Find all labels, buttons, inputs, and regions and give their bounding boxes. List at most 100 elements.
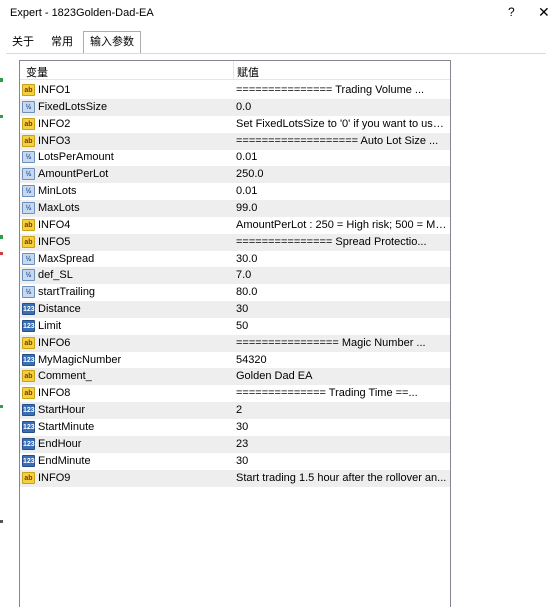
table-row[interactable]: ab INFO5 =============== Spread Protectio.… (20, 233, 450, 251)
parameter-value[interactable]: 0.01 (236, 151, 447, 163)
integer-type-icon: 123 (22, 319, 35, 332)
double-type-icon: ½ (22, 201, 35, 214)
parameter-name: MaxSpread (38, 252, 95, 265)
double-type-icon: ½ (22, 269, 35, 282)
table-row[interactable]: 123 EndHour 23 (20, 435, 450, 453)
parameter-name: EndMinute (38, 454, 91, 467)
table-row[interactable]: ab INFO6 ================ Magic Number ... (20, 334, 450, 352)
grid-header: 变量 赋值 (20, 61, 450, 80)
table-row[interactable]: ½ MinLots 0.01 (20, 183, 450, 200)
integer-type-icon: 123 (22, 404, 35, 417)
parameter-name: MinLots (38, 185, 77, 198)
table-row[interactable]: 123 Distance 30 (20, 301, 450, 319)
table-row[interactable]: ½ def_SL 7.0 (20, 267, 450, 285)
table-row[interactable]: 123 StartHour 2 (20, 402, 450, 420)
parameter-name: INFO8 (38, 387, 71, 400)
double-type-icon: ½ (22, 252, 35, 265)
table-row[interactable]: ab INFO9 Start trading 1.5 hour after the … (20, 469, 450, 487)
table-row[interactable]: ab INFO1 =============== Trading Volume ..… (20, 82, 450, 99)
tab-common[interactable]: 常用 (46, 33, 78, 52)
parameter-value[interactable]: 23 (236, 438, 447, 450)
parameter-value[interactable]: Start trading 1.5 hour after the rollove… (236, 472, 447, 484)
close-button[interactable]: ✕ (538, 4, 550, 21)
table-row[interactable]: ab INFO8 ============== Trading Time ==... (20, 385, 450, 402)
string-type-icon: ab (22, 117, 35, 130)
parameter-value[interactable]: 7.0 (236, 269, 447, 281)
parameter-name: Comment_ (38, 370, 92, 383)
parameter-value[interactable]: 50 (236, 320, 447, 332)
parameter-name: StartMinute (38, 421, 95, 433)
table-row[interactable]: ab Comment_ Golden Dad EA (20, 368, 450, 386)
parameter-name: MyMagicNumber (38, 353, 122, 366)
string-type-icon: ab (22, 387, 35, 400)
table-row[interactable]: 123 StartMinute 30 (20, 419, 450, 436)
parameter-name: AmountPerLot (38, 168, 109, 181)
parameter-name: INFO6 (38, 336, 71, 349)
integer-type-icon: 123 (22, 353, 35, 366)
table-row[interactable]: 123 Limit 50 (20, 318, 450, 335)
table-row[interactable]: ab INFO3 =================== Auto Lot Size… (20, 132, 450, 150)
table-row[interactable]: ½ MaxSpread 30.0 (20, 251, 450, 268)
string-type-icon: ab (22, 370, 35, 383)
parameter-value[interactable]: 30 (236, 421, 447, 433)
table-row[interactable]: ½ startTrailing 80.0 (20, 284, 450, 301)
parameter-name: LotsPerAmount (38, 151, 114, 164)
parameter-value[interactable]: 0.01 (236, 185, 447, 197)
table-row[interactable]: ½ FixedLotsSize 0.0 (20, 98, 450, 116)
parameter-value[interactable]: ============== Trading Time ==... (236, 387, 447, 399)
parameter-name: INFO3 (38, 134, 71, 147)
parameter-name: INFO1 (38, 84, 71, 96)
double-type-icon: ½ (22, 100, 35, 113)
parameter-name: MaxLots (38, 201, 80, 214)
title-bar: Expert - 1823Golden-Dad-EA ? ✕ (3, 0, 554, 28)
parameter-name: INFO2 (38, 117, 71, 130)
string-type-icon: ab (22, 218, 35, 231)
string-type-icon: ab (22, 84, 35, 96)
parameter-value[interactable]: ================ Magic Number ... (236, 337, 447, 349)
parameter-name: def_SL (38, 269, 73, 282)
string-type-icon: ab (22, 235, 35, 248)
parameter-value[interactable]: 250.0 (236, 168, 447, 180)
parameter-value[interactable]: 80.0 (236, 286, 447, 298)
parameter-name: EndHour (38, 437, 82, 450)
parameter-value[interactable]: =================== Auto Lot Size ... (236, 135, 447, 147)
parameter-value[interactable]: =============== Spread Protectio... (236, 236, 447, 248)
parameter-value[interactable]: 30.0 (236, 253, 447, 265)
parameter-value[interactable]: Golden Dad EA (236, 370, 447, 382)
parameter-value[interactable]: 2 (236, 404, 447, 416)
column-header-value[interactable]: 赋值 (237, 64, 259, 80)
parameter-value[interactable]: 30 (236, 455, 447, 467)
parameter-name: Distance (38, 303, 81, 316)
table-row[interactable]: ½ LotsPerAmount 0.01 (20, 149, 450, 166)
table-row[interactable]: ab INFO4 AmountPerLot : 250 = High risk; 5… (20, 217, 450, 234)
parameter-name: StartHour (38, 404, 86, 417)
string-type-icon: ab (22, 336, 35, 349)
parameter-value[interactable]: 99.0 (236, 202, 447, 214)
integer-type-icon: 123 (22, 437, 35, 450)
parameter-value[interactable]: AmountPerLot : 250 = High risk; 500 = Me… (236, 219, 447, 231)
background-window-edge (0, 0, 3, 607)
parameter-value[interactable]: 0.0 (236, 101, 447, 113)
table-row[interactable]: ½ MaxLots 99.0 (20, 199, 450, 217)
table-row[interactable]: ½ AmountPerLot 250.0 (20, 166, 450, 184)
parameter-name: INFO4 (38, 218, 71, 231)
column-header-variable[interactable]: 变量 (26, 64, 48, 80)
parameter-value[interactable]: Set FixedLotsSize to '0' if you want to … (236, 118, 447, 130)
parameter-name: startTrailing (38, 286, 96, 299)
double-type-icon: ½ (22, 151, 35, 164)
parameter-value[interactable]: =============== Trading Volume ... (236, 84, 447, 96)
parameter-value[interactable]: 54320 (236, 354, 447, 366)
tab-strip: 关于 常用 输入参数 (8, 31, 548, 54)
table-row[interactable]: 123 MyMagicNumber 54320 (20, 352, 450, 369)
table-row[interactable]: 123 EndMinute 30 (20, 453, 450, 470)
integer-type-icon: 123 (22, 454, 35, 467)
tab-inputs[interactable]: 输入参数 (83, 31, 141, 54)
column-separator[interactable] (233, 61, 234, 79)
tab-about[interactable]: 关于 (8, 33, 38, 52)
help-button[interactable]: ? (508, 5, 515, 19)
integer-type-icon: 123 (22, 421, 35, 433)
table-row[interactable]: ab INFO2 Set FixedLotsSize to '0' if you w… (20, 116, 450, 133)
parameter-value[interactable]: 30 (236, 303, 447, 315)
integer-type-icon: 123 (22, 303, 35, 316)
parameter-name: INFO5 (38, 235, 71, 248)
